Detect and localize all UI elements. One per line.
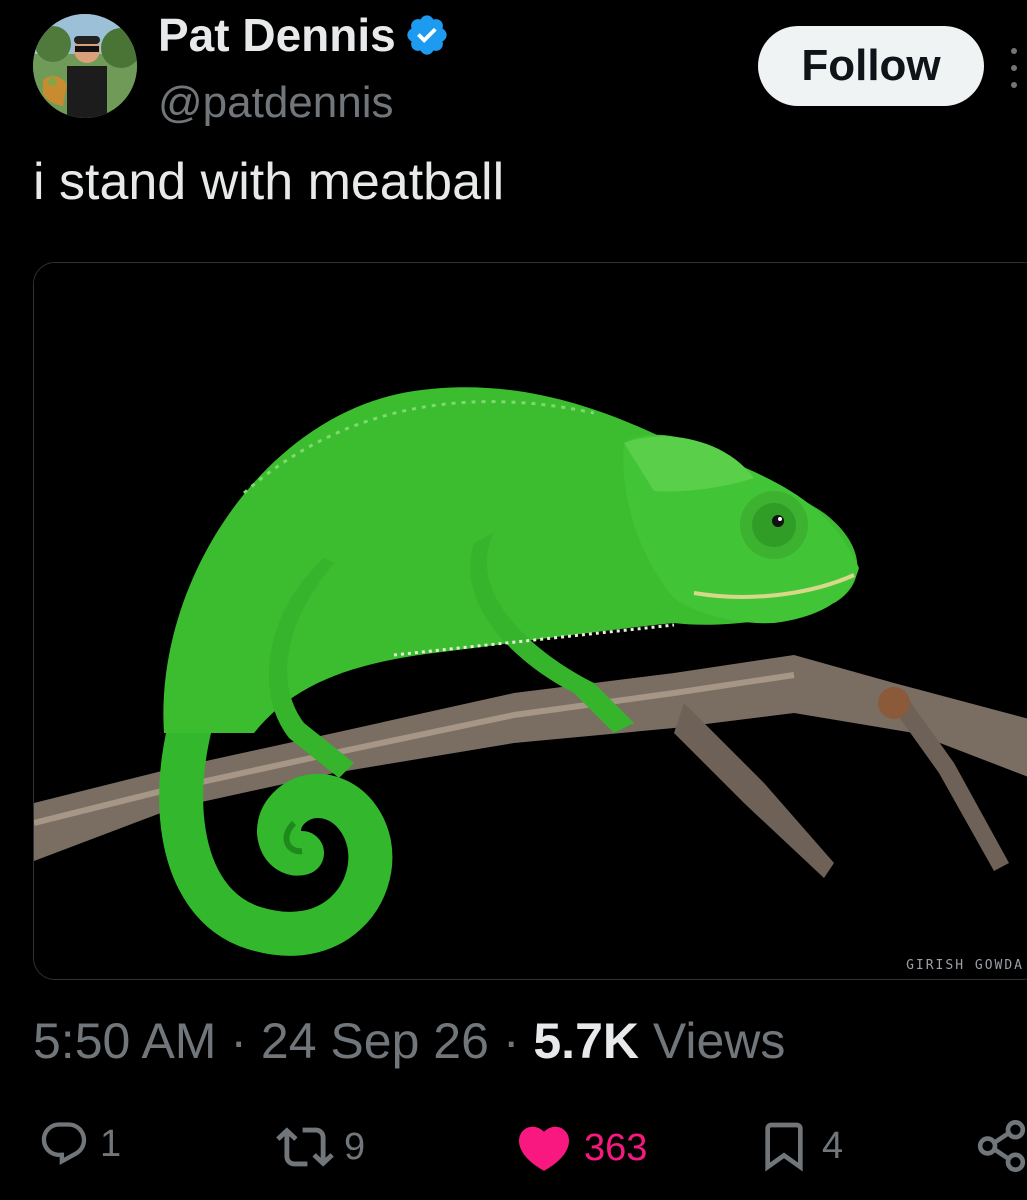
tweet-date: 24 Sep 26 xyxy=(260,1013,489,1069)
avatar-image xyxy=(33,14,137,118)
reply-count: 1 xyxy=(100,1122,122,1165)
repost-icon xyxy=(276,1127,334,1167)
bookmark-count: 4 xyxy=(822,1124,844,1167)
tweet-actions: 1 9 363 4 xyxy=(0,1118,1027,1188)
tweet-text: i stand with meatball xyxy=(33,153,505,211)
display-name-text: Pat Dennis xyxy=(158,9,396,61)
repost-button[interactable]: 9 xyxy=(276,1118,365,1176)
share-icon xyxy=(977,1120,1026,1172)
share-button[interactable] xyxy=(976,1118,1027,1174)
views-count: 5.7K xyxy=(533,1013,639,1069)
like-button[interactable]: 363 xyxy=(514,1118,647,1178)
reply-icon xyxy=(41,1122,87,1165)
bookmark-icon xyxy=(765,1122,803,1172)
chameleon-photo xyxy=(34,263,1027,979)
heart-filled-icon xyxy=(518,1126,570,1171)
separator: · xyxy=(230,1013,248,1069)
reply-button[interactable]: 1 xyxy=(38,1118,121,1170)
tweet-metadata: 5:50 AM · 24 Sep 26 · 5.7K Views xyxy=(33,1012,785,1070)
tweet-media[interactable]: GIRISH GOWDA xyxy=(33,262,1027,980)
like-count: 363 xyxy=(584,1126,648,1169)
follow-button[interactable]: Follow xyxy=(758,26,984,106)
bookmark-button[interactable]: 4 xyxy=(756,1118,843,1174)
repost-count: 9 xyxy=(344,1125,366,1168)
verified-badge-icon xyxy=(407,15,447,55)
more-options-icon[interactable] xyxy=(1008,48,1020,88)
user-handle[interactable]: @patdennis xyxy=(158,78,394,128)
avatar[interactable] xyxy=(33,14,137,118)
display-name[interactable]: Pat Dennis xyxy=(158,8,450,62)
photo-watermark: GIRISH GOWDA xyxy=(906,958,1024,973)
tweet-time: 5:50 AM xyxy=(33,1013,217,1069)
views-label: Views xyxy=(652,1013,786,1069)
separator: · xyxy=(502,1013,520,1069)
